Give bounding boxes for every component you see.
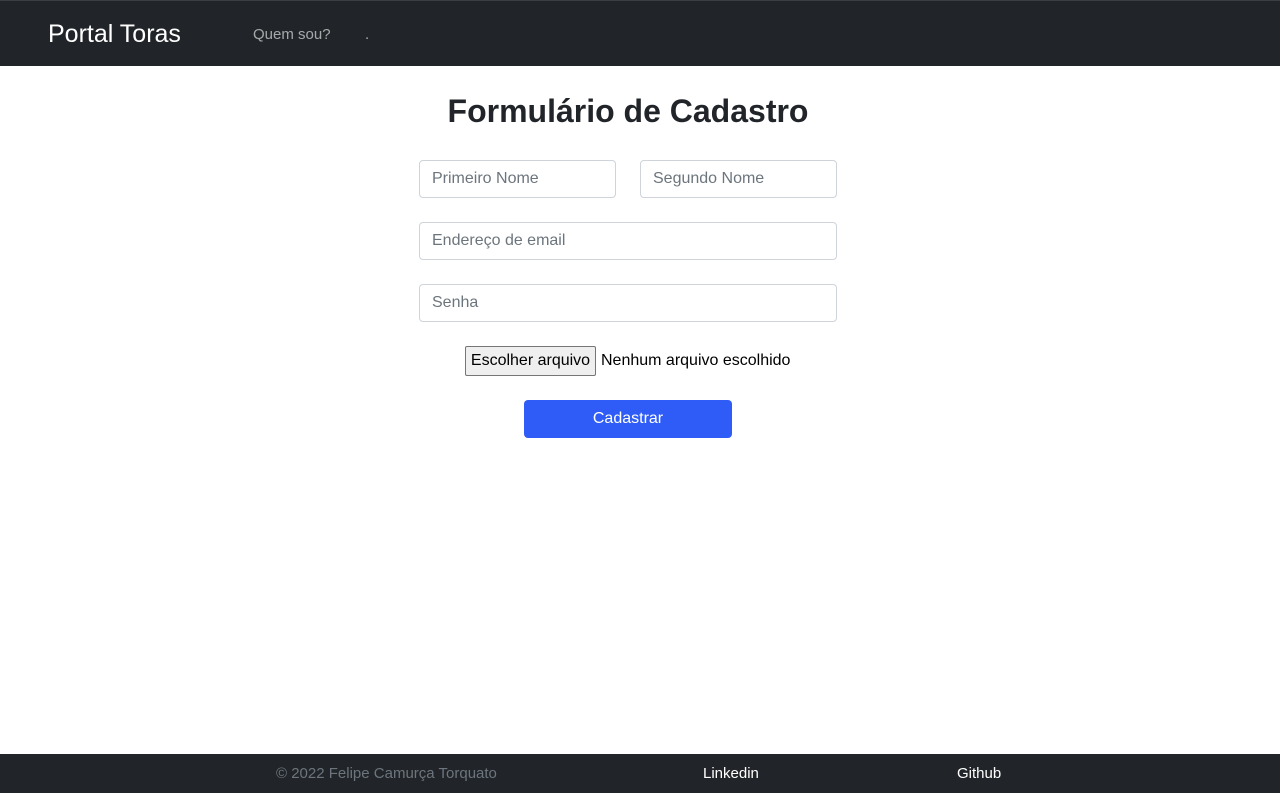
file-status-label: Nenhum arquivo escolhido [601,352,791,369]
footer-link-github[interactable]: Github [957,765,1001,783]
page-footer: © 2022 Felipe Camurça Torquato Linkedin … [0,754,1280,793]
nav-link-about[interactable]: Quem sou? [253,25,331,45]
page-title: Formulário de Cadastro [447,93,809,129]
password-input[interactable] [419,284,837,322]
brand-link[interactable]: Portal Toras [48,18,181,50]
choose-file-button[interactable]: Escolher arquivo [465,346,596,376]
first-name-input[interactable] [419,160,616,198]
top-navbar: Portal Toras Quem sou? . [0,0,1280,66]
last-name-input[interactable] [640,160,837,198]
nav-link-dot[interactable]: . [365,25,369,45]
register-button[interactable]: Cadastrar [524,400,732,438]
footer-link-linkedin[interactable]: Linkedin [703,765,759,783]
copyright-text: © 2022 Felipe Camurça Torquato [276,765,497,782]
email-input[interactable] [419,222,837,260]
